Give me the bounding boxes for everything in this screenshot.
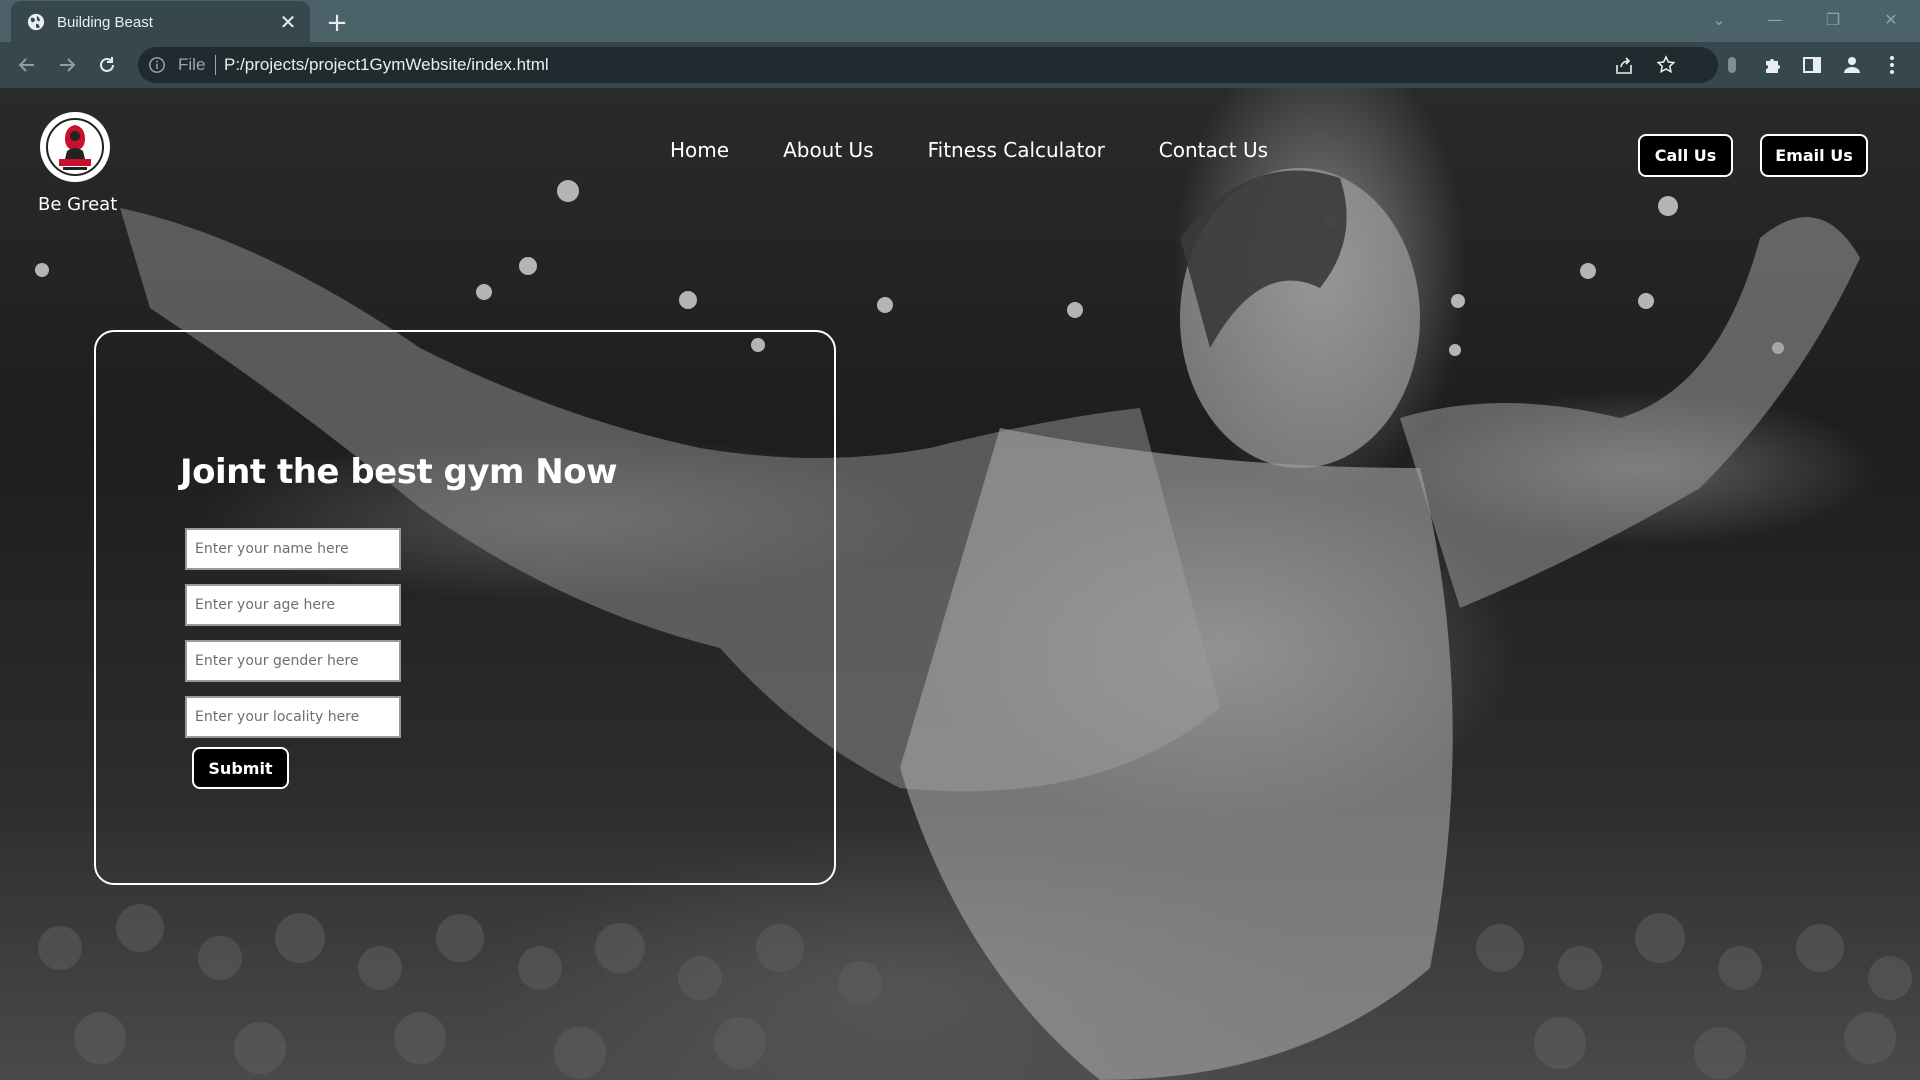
forward-icon: [60, 58, 76, 72]
call-us-button[interactable]: Call Us: [1638, 134, 1733, 177]
close-tab-icon[interactable]: ✕: [276, 10, 300, 34]
gym-website-page: Be Great Home About Us Fitness Calculato…: [0, 88, 1920, 1080]
nav-link-home[interactable]: Home: [670, 138, 729, 162]
minimize-icon[interactable]: —: [1758, 4, 1792, 34]
close-window-icon[interactable]: ✕: [1874, 4, 1908, 34]
email-us-button[interactable]: Email Us: [1760, 134, 1868, 177]
age-input[interactable]: [185, 584, 401, 626]
tab-search-icon[interactable]: ⌄: [1702, 4, 1736, 34]
star-icon[interactable]: [1656, 55, 1676, 75]
signup-heading: Joint the best gym Now: [180, 452, 618, 492]
puzzle-icon[interactable]: [1760, 53, 1784, 77]
browser-toolbar: File P:/projects/project1GymWebsite/inde…: [0, 42, 1920, 88]
brand-tagline: Be Great: [38, 194, 118, 215]
share-icon[interactable]: [1614, 56, 1634, 76]
submit-button[interactable]: Submit: [192, 747, 289, 789]
name-input[interactable]: [185, 528, 401, 570]
nav-link-fitness-calculator[interactable]: Fitness Calculator: [928, 138, 1105, 162]
new-tab-button[interactable]: +: [322, 8, 352, 38]
info-icon[interactable]: [148, 56, 166, 74]
gender-input[interactable]: [185, 640, 401, 682]
reload-button[interactable]: [92, 50, 122, 80]
profile-icon[interactable]: [1840, 53, 1864, 77]
extension-icon[interactable]: [1720, 53, 1744, 77]
menu-dots-icon[interactable]: [1880, 53, 1904, 77]
tab-title: Building Beast: [57, 13, 153, 31]
brand[interactable]: Be Great: [38, 112, 118, 215]
address-scheme-label: File: [178, 55, 206, 74]
nav-link-contact-us[interactable]: Contact Us: [1159, 138, 1268, 162]
back-button[interactable]: [12, 50, 42, 80]
signup-form-card: Joint the best gym Now Submit: [94, 330, 836, 885]
address-bar[interactable]: File P:/projects/project1GymWebsite/inde…: [138, 47, 1718, 83]
logo[interactable]: [40, 112, 110, 182]
main-nav: Home About Us Fitness Calculator Contact…: [670, 138, 1322, 162]
url-text[interactable]: P:/projects/project1GymWebsite/index.htm…: [224, 55, 549, 75]
restore-icon[interactable]: ❐: [1816, 4, 1850, 34]
nav-link-about-us[interactable]: About Us: [783, 138, 874, 162]
olympia-logo-icon: [46, 118, 104, 176]
locality-input[interactable]: [185, 696, 401, 738]
side-panel-icon[interactable]: [1800, 53, 1824, 77]
address-separator: [215, 55, 216, 75]
browser-tab-strip: Building Beast ✕ + ⌄ — ❐ ✕: [0, 0, 1920, 43]
reload-icon: [100, 57, 114, 72]
forward-button[interactable]: [52, 50, 82, 80]
back-icon: [18, 58, 34, 72]
browser-tab[interactable]: Building Beast ✕: [11, 1, 310, 43]
globe-icon: [27, 13, 45, 31]
